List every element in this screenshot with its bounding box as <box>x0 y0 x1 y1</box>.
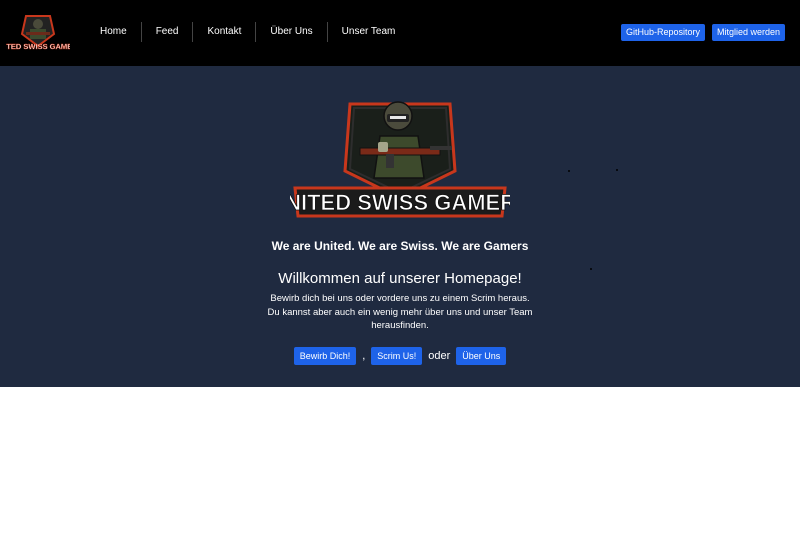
main-nav: Home Feed Kontakt Über Uns Unser Team <box>86 22 409 42</box>
hero-section: UNITED SWISS GAMERS We are United. We ar… <box>0 66 800 387</box>
team-logo[interactable]: UNITED SWISS GAMERS <box>6 12 70 54</box>
nav-link-feed[interactable]: Feed <box>142 22 193 42</box>
cta-separator-comma: , <box>362 350 366 362</box>
cta-row: Bewirb Dich! , Scrim Us! oder Über Uns <box>0 347 800 365</box>
navbar: UNITED SWISS GAMERS Home Feed Kontakt Üb… <box>0 0 800 66</box>
decorative-dot <box>568 170 570 172</box>
svg-text:UNITED SWISS GAMERS: UNITED SWISS GAMERS <box>6 42 70 51</box>
decorative-dot <box>590 268 592 270</box>
welcome-description: Bewirb dich bei uns oder vordere uns zu … <box>267 293 533 331</box>
cta-separator-oder: oder <box>428 350 451 362</box>
nav-link-home[interactable]: Home <box>86 22 141 42</box>
welcome-heading: Willkommen auf unserer Homepage! <box>278 270 522 287</box>
svg-text:UNITED SWISS GAMERS: UNITED SWISS GAMERS <box>290 190 510 215</box>
github-repository-button[interactable]: GitHub-Repository <box>621 24 706 41</box>
apply-button[interactable]: Bewirb Dich! <box>293 347 357 365</box>
nav-link-ueber-uns[interactable]: Über Uns <box>256 22 326 42</box>
join-member-button[interactable]: Mitglied werden <box>712 24 786 41</box>
nav-link-kontakt[interactable]: Kontakt <box>193 22 255 42</box>
scrim-us-button[interactable]: Scrim Us! <box>371 347 423 365</box>
hero-team-logo: UNITED SWISS GAMERS <box>290 101 510 218</box>
decorative-dot <box>616 169 618 171</box>
nav-link-unser-team[interactable]: Unser Team <box>328 22 410 42</box>
hero-tagline: We are United. We are Swiss. We are Game… <box>271 239 529 253</box>
about-us-button[interactable]: Über Uns <box>456 347 507 365</box>
